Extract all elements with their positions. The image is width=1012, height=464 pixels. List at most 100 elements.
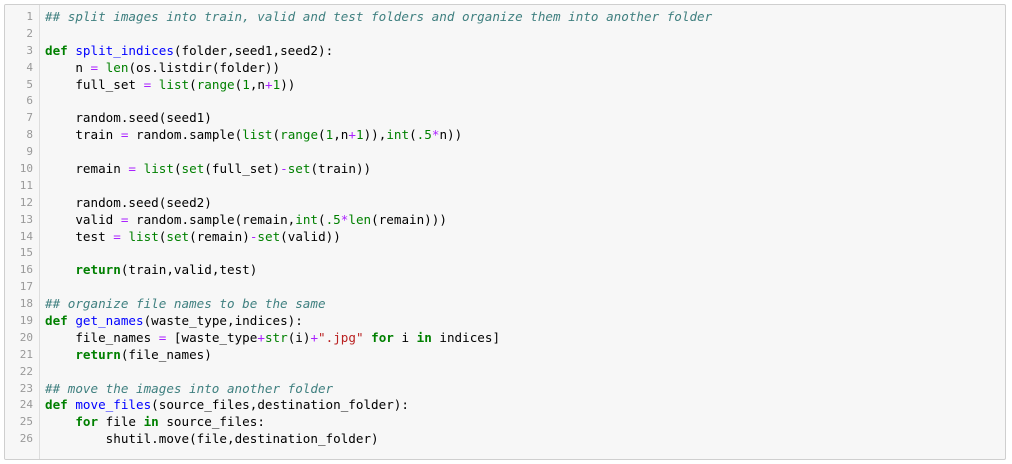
token-string: ".jpg" xyxy=(318,329,364,345)
code-line: 10 remain = list(set(full_set)-set(train… xyxy=(5,161,1005,178)
token-keyword: return xyxy=(75,346,121,362)
code-line: 7 random.seed(seed1) xyxy=(5,110,1005,127)
code-line: 17 xyxy=(5,279,1005,296)
token-builtin: range xyxy=(280,127,319,143)
token-punct: ( xyxy=(272,127,281,143)
line-source: remain = list(set(full_set)-set(train)) xyxy=(45,161,371,178)
line-source: shutil.move(file,destination_folder) xyxy=(45,431,379,448)
line-number: 12 xyxy=(19,195,33,209)
token-name: random.seed(seed1) xyxy=(75,110,212,126)
token-punct: random.sample(remain, xyxy=(128,211,296,227)
token-punct: )) xyxy=(280,76,296,92)
line-number: 11 xyxy=(19,178,33,192)
token-def: get_names xyxy=(75,313,144,329)
token-builtin: set xyxy=(166,228,190,244)
token-name: random.seed(seed2) xyxy=(75,194,212,210)
code-line: 3 def split_indices(folder,seed1,seed2): xyxy=(5,43,1005,60)
code-line: 9 xyxy=(5,144,1005,161)
token-builtin: set xyxy=(181,161,205,177)
line-source: train = random.sample(list(range(1,n+1))… xyxy=(45,127,462,144)
token-punct: ,n xyxy=(249,76,265,92)
token-comment: ## move the images into another folder xyxy=(45,380,334,396)
token-keyword: in xyxy=(143,414,159,430)
token-name: file_names xyxy=(75,329,159,345)
token-punct: file xyxy=(98,414,144,430)
line-number: 23 xyxy=(19,381,33,395)
code-line: 5 full_set = list(range(1,n+1)) xyxy=(5,77,1005,94)
token-punct: (waste_type,indices): xyxy=(143,313,303,329)
token-comment: ## organize file names to be the same xyxy=(45,296,326,312)
line-number: 24 xyxy=(19,398,33,412)
token-punct: )), xyxy=(363,127,387,143)
line-number: 15 xyxy=(19,246,33,260)
line-number: 4 xyxy=(26,60,33,74)
token-punct: indices] xyxy=(431,329,501,345)
token-operator: + xyxy=(348,127,356,143)
token-builtin: str xyxy=(264,329,288,345)
token-number: 1 xyxy=(355,127,364,143)
line-number: 17 xyxy=(19,280,33,294)
line-number: 8 xyxy=(26,128,33,142)
token-name: valid xyxy=(75,211,121,227)
code-line: 6 xyxy=(5,93,1005,110)
token-punct xyxy=(151,77,159,92)
code-line: 18 ## organize file names to be the same xyxy=(5,296,1005,313)
code-line: 15 xyxy=(5,245,1005,262)
token-name: full_set xyxy=(75,76,144,92)
token-keyword: for xyxy=(75,414,99,430)
token-punct: i xyxy=(393,329,417,345)
line-number: 6 xyxy=(26,94,33,108)
token-name: test xyxy=(75,228,114,244)
code-line: 24 def move_files(source_files,destinatio… xyxy=(5,397,1005,414)
token-punct: n)) xyxy=(439,127,463,143)
token-number: .5 xyxy=(325,211,341,227)
token-punct: source_files: xyxy=(158,414,265,430)
line-number: 14 xyxy=(19,229,33,243)
code-cell[interactable]: 1 ## split images into train, valid and t… xyxy=(4,4,1006,460)
token-builtin: list xyxy=(158,76,190,92)
token-builtin: list xyxy=(128,228,159,244)
token-keyword: def xyxy=(45,397,68,413)
token-punct: (file_names) xyxy=(120,346,212,362)
line-number: 13 xyxy=(19,212,33,226)
code-editor[interactable]: 1 ## split images into train, valid and t… xyxy=(5,9,1005,448)
line-source: ## organize file names to be the same xyxy=(45,296,326,313)
token-punct: (full_set) xyxy=(204,161,281,177)
token-punct: (train)) xyxy=(310,161,372,177)
token-operator: + xyxy=(257,329,265,345)
token-punct: ( xyxy=(173,161,182,177)
code-line: 1 ## split images into train, valid and t… xyxy=(5,9,1005,26)
token-builtin: set xyxy=(287,161,311,177)
token-number: .5 xyxy=(416,127,432,143)
token-operator: + xyxy=(310,329,319,345)
code-line: 16 return(train,valid,test) xyxy=(5,262,1005,279)
token-punct xyxy=(364,330,372,345)
token-operator: = xyxy=(90,59,99,75)
code-line: 21 return(file_names) xyxy=(5,347,1005,364)
line-number: 2 xyxy=(26,26,33,40)
token-operator: + xyxy=(265,76,273,92)
line-source: random.seed(seed1) xyxy=(45,110,212,127)
code-line: 19 def get_names(waste_type,indices): xyxy=(5,313,1005,330)
line-number: 18 xyxy=(19,297,33,311)
token-keyword: return xyxy=(75,262,121,278)
code-line: 12 random.seed(seed2) xyxy=(5,195,1005,212)
code-line: 20 file_names = [waste_type+str(i)+".jpg… xyxy=(5,330,1005,347)
line-source: return(file_names) xyxy=(45,347,212,364)
token-punct: random.sample( xyxy=(128,127,243,143)
line-source: file_names = [waste_type+str(i)+".jpg" f… xyxy=(45,330,500,347)
line-number: 3 xyxy=(26,43,33,57)
token-builtin: len xyxy=(105,59,129,75)
line-number: 7 xyxy=(26,111,33,125)
code-line: 22 xyxy=(5,364,1005,381)
code-line: 26 shutil.move(file,destination_folder) xyxy=(5,431,1005,448)
token-punct: ( xyxy=(318,127,326,143)
